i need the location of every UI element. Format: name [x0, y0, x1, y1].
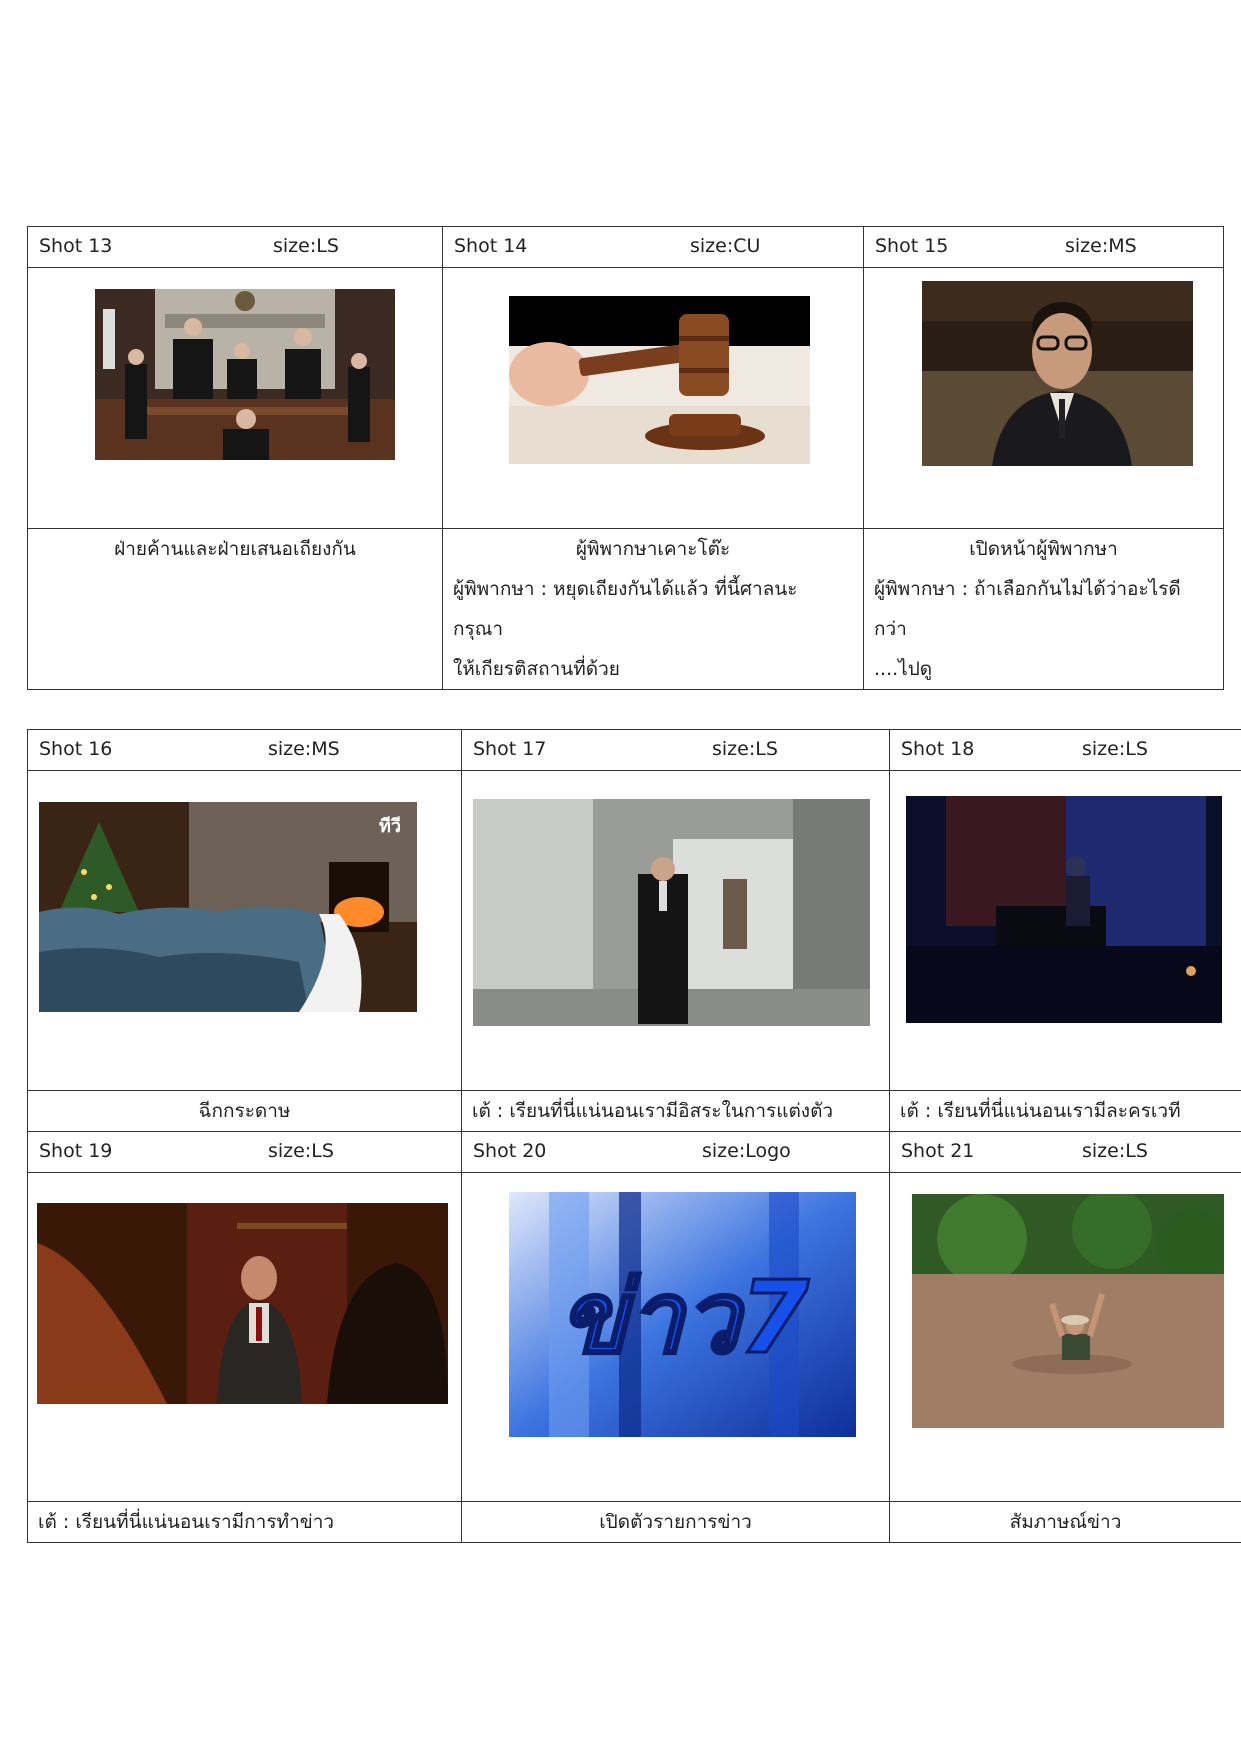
shot-caption-cell: ฉีกกระดาษ — [27, 1090, 462, 1132]
shot-header: Shot 15 size:MS — [863, 226, 1224, 268]
flood-man-photo — [912, 1194, 1224, 1428]
caption-line: ผู้พิพากษาเคาะโต๊ะ — [575, 538, 731, 560]
shot-header: Shot 16 size:MS — [27, 729, 462, 771]
caption-line: ผู้พิพากษา : หยุดเถียงกันได้แล้ว ที่นี้ศ… — [453, 578, 798, 640]
shot-number: Shot 14 — [454, 235, 528, 257]
shot-size: size:LS — [1082, 738, 1148, 760]
shot-size: size:LS — [712, 738, 778, 760]
caption-line: ฝ่ายค้านและฝ่ายเสนอเถียงกัน — [114, 538, 356, 560]
shot-size: size:Logo — [702, 1140, 791, 1162]
shot-caption-cell: เปิดหน้าผู้พิพากษา ผู้พิพากษา : ถ้าเลือก… — [863, 528, 1224, 690]
shot-image-cell — [442, 267, 864, 529]
shot-caption-cell: เต้ : เรียนที่นี่แน่นอนเรามีการทำข่าว — [27, 1501, 462, 1543]
caption-line: ฉีกกระดาษ — [198, 1100, 291, 1122]
news-logo-text: ข่าว7 — [559, 1259, 810, 1376]
shot-header: Shot 13 size:LS — [27, 226, 443, 268]
christmas-fireplace-ocean-photo: ทีวี — [39, 802, 417, 1012]
shot-header: Shot 14 size:CU — [442, 226, 864, 268]
caption-line: ให้เกียรติสถานที่ด้วย — [453, 658, 620, 680]
shot-image-cell: ทีวี — [27, 770, 462, 1091]
shot-image-cell — [863, 267, 1224, 529]
shot-number: Shot 15 — [875, 235, 949, 257]
caption-line: เต้ : เรียนที่นี่แน่นอนเรามีละครเวที — [900, 1100, 1181, 1122]
shot-number: Shot 19 — [39, 1140, 113, 1162]
shot-image-cell — [889, 770, 1241, 1091]
caption-line: เต้ : เรียนที่นี่แน่นอนเรามีการทำข่าว — [38, 1511, 335, 1533]
shot-image-cell — [889, 1172, 1241, 1502]
shot-header: Shot 19 size:LS — [27, 1131, 462, 1173]
shot-header: Shot 18 size:LS — [889, 729, 1241, 771]
shot-caption-cell: เต้ : เรียนที่นี่แน่นอนเรามีอิสระในการแต… — [461, 1090, 890, 1132]
courtroom-photo — [95, 289, 395, 460]
shot-header: Shot 21 size:LS — [889, 1131, 1241, 1173]
caption-line: ....ไปดู — [874, 658, 933, 680]
shot-number: Shot 16 — [39, 738, 113, 760]
bald-man-photo — [37, 1203, 448, 1404]
shot-number: Shot 21 — [901, 1140, 975, 1162]
news-logo: ข่าว7 — [509, 1192, 856, 1437]
shot-size: size:LS — [1082, 1140, 1148, 1162]
shot-size: size:LS — [273, 235, 339, 257]
hallway-man-photo — [473, 799, 870, 1026]
shot-number: Shot 13 — [39, 235, 113, 257]
shot-size: size:CU — [690, 235, 761, 257]
shot-caption-cell: สัมภาษณ์ข่าว — [889, 1501, 1241, 1543]
shot-header: Shot 20 size:Logo — [461, 1131, 890, 1173]
shot-size: size:MS — [1065, 235, 1137, 257]
caption-line: เปิดตัวรายการข่าว — [599, 1511, 752, 1533]
caption-line: เต้ : เรียนที่นี่แน่นอนเรามีอิสระในการแต… — [472, 1100, 834, 1122]
gavel-photo — [509, 296, 810, 464]
shot-image-cell — [461, 770, 890, 1091]
storyboard-table-1: Shot 13 size:LS Shot 14 size:CU Shot 15 … — [27, 226, 1224, 690]
shot-image-cell — [27, 267, 443, 529]
caption-line: สัมภาษณ์ข่าว — [1009, 1511, 1122, 1533]
shot-image-cell: ข่าว7 — [461, 1172, 890, 1502]
judge-face-photo — [922, 281, 1193, 466]
shot-caption-cell: เปิดตัวรายการข่าว — [461, 1501, 890, 1543]
shot-caption-cell: เต้ : เรียนที่นี่แน่นอนเรามีละครเวที — [889, 1090, 1241, 1132]
caption-line: ผู้พิพากษา : ถ้าเลือกกันไม่ได้ว่าอะไรดีก… — [874, 578, 1181, 640]
shot-number: Shot 17 — [473, 738, 547, 760]
tv-channel-watermark-icon: ทีวี — [379, 816, 401, 836]
shot-number: Shot 18 — [901, 738, 975, 760]
caption-line: เปิดหน้าผู้พิพากษา — [969, 538, 1118, 560]
shot-number: Shot 20 — [473, 1140, 547, 1162]
shot-caption-cell: ผู้พิพากษาเคาะโต๊ะ ผู้พิพากษา : หยุดเถีย… — [442, 528, 864, 690]
stage-piano-photo — [906, 796, 1222, 1023]
shot-size: size:LS — [268, 1140, 334, 1162]
shot-caption-cell: ฝ่ายค้านและฝ่ายเสนอเถียงกัน — [27, 528, 443, 690]
shot-header: Shot 17 size:LS — [461, 729, 890, 771]
shot-image-cell — [27, 1172, 462, 1502]
storyboard-table-2: Shot 16 size:MS Shot 17 size:LS Shot 18 … — [27, 729, 1241, 1543]
shot-size: size:MS — [268, 738, 340, 760]
